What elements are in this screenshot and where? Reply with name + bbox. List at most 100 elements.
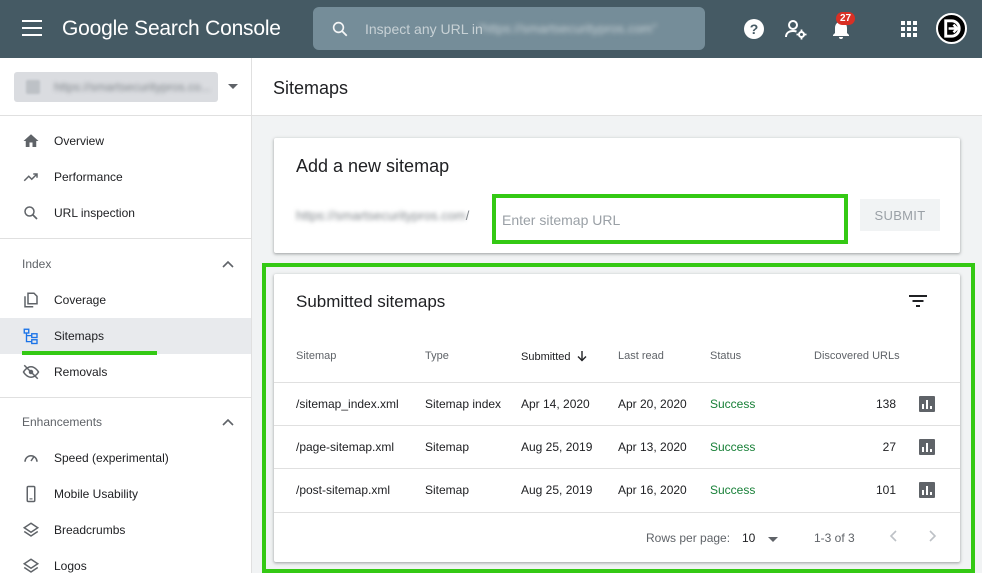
sitemap-url-input[interactable] — [502, 212, 832, 228]
column-header-last-read[interactable]: Last read — [618, 350, 664, 362]
cell-status: Success — [710, 483, 756, 497]
rows-per-page-select[interactable]: 10 — [742, 531, 782, 545]
filter-icon[interactable] — [908, 294, 928, 308]
base-url-slash: / — [465, 208, 470, 223]
section-label-enhancements: Enhancements — [22, 415, 103, 429]
column-header-status[interactable]: Status — [710, 350, 741, 362]
sidebar-item-label: Logos — [54, 559, 87, 573]
divider — [274, 512, 960, 513]
sidebar-item-label: Breadcrumbs — [54, 523, 126, 537]
submitted-sitemaps-card: Submitted sitemaps Sitemap Type Submitte… — [274, 274, 960, 562]
cell-sitemap: /post-sitemap.xml — [296, 483, 391, 497]
page-title: Sitemaps — [273, 78, 349, 98]
layers-icon — [22, 558, 40, 573]
property-dropdown-caret-icon[interactable] — [228, 84, 238, 89]
visibility-off-icon — [22, 364, 40, 380]
sitemap-icon — [23, 328, 38, 345]
account-avatar[interactable] — [936, 13, 967, 44]
cell-status: Success — [710, 440, 756, 454]
search-icon — [24, 206, 38, 220]
property-url: https://smartsecuritypros.co... — [54, 80, 211, 94]
cell-submitted: Aug 25, 2019 — [521, 440, 593, 454]
pagination-range: 1-3 of 3 — [814, 531, 855, 545]
chevron-up-icon[interactable] — [222, 260, 234, 268]
cell-submitted: Apr 14, 2020 — [521, 397, 590, 411]
apps-grid-icon[interactable] — [897, 17, 921, 41]
property-favicon-icon — [26, 80, 40, 94]
notification-count-badge: 27 — [836, 12, 856, 25]
chevron-left-icon[interactable] — [886, 528, 902, 544]
sidebar-item-removals[interactable]: Removals — [0, 354, 251, 390]
url-inspect-search[interactable]: "https://smartsecuritypros.com" — [313, 7, 705, 50]
chevron-down-icon — [768, 537, 778, 542]
chevron-up-icon[interactable] — [222, 418, 234, 426]
table-row[interactable]: /sitemap_index.xml Sitemap index Apr 14,… — [274, 382, 960, 425]
bar-chart-icon[interactable] — [919, 396, 935, 412]
arrow-down-icon — [577, 351, 587, 362]
sidebar-item-coverage[interactable]: Coverage — [0, 282, 251, 318]
cell-last-read: Apr 16, 2020 — [618, 483, 687, 497]
user-settings-icon[interactable] — [784, 17, 808, 41]
property-selector[interactable]: https://smartsecuritypros.co... — [14, 72, 218, 102]
rows-per-page-label: Rows per page: — [646, 531, 731, 545]
svg-text:?: ? — [750, 21, 759, 37]
page-header: Sitemaps — [252, 58, 982, 116]
account-logo-icon — [944, 19, 961, 38]
column-header-submitted[interactable]: Submitted — [521, 350, 587, 363]
highlight-underline — [22, 351, 157, 355]
sidebar-item-overview[interactable]: Overview — [0, 123, 251, 159]
sidebar-item-breadcrumbs[interactable]: Breadcrumbs — [0, 512, 251, 548]
top-app-bar: Google Search Console "https://smartsecu… — [0, 0, 982, 58]
submitted-sitemaps-title: Submitted sitemaps — [296, 292, 446, 311]
add-sitemap-card: Add a new sitemap https://smartsecurityp… — [274, 138, 960, 253]
url-inspect-property: "https://smartsecuritypros.com" — [478, 21, 657, 36]
bar-chart-icon[interactable] — [919, 439, 935, 455]
home-icon — [23, 134, 39, 147]
help-icon[interactable]: ? — [742, 17, 766, 41]
sidebar-item-mobile-usability[interactable]: Mobile Usability — [0, 476, 251, 512]
cell-last-read: Apr 20, 2020 — [618, 397, 687, 411]
sidebar-item-label: Sitemaps — [54, 329, 105, 343]
bar-chart-icon[interactable] — [919, 482, 935, 498]
copy-icon — [24, 292, 38, 308]
sidebar-item-sitemaps[interactable]: Sitemaps — [0, 318, 251, 354]
cell-type: Sitemap — [425, 440, 470, 454]
sidebar-item-performance[interactable]: Performance — [0, 159, 251, 195]
base-url-text: https://smartsecuritypros.com — [296, 208, 466, 223]
sidebar-item-label: Removals — [54, 365, 108, 379]
sidebar-item-logos[interactable]: Logos — [0, 548, 251, 573]
sidebar: https://smartsecuritypros.co... Overview… — [0, 58, 252, 573]
cell-last-read: Apr 13, 2020 — [618, 440, 687, 454]
table-row[interactable]: /page-sitemap.xml Sitemap Aug 25, 2019 A… — [274, 425, 960, 468]
cell-discovered-urls: 27 — [882, 440, 896, 454]
sitemap-url-field[interactable] — [492, 194, 848, 244]
sidebar-item-url-inspection[interactable]: URL inspection — [0, 195, 251, 231]
sidebar-item-label: URL inspection — [54, 206, 135, 220]
sidebar-item-label: Performance — [54, 170, 123, 184]
cell-submitted: Aug 25, 2019 — [521, 483, 593, 497]
table-row[interactable]: /post-sitemap.xml Sitemap Aug 25, 2019 A… — [274, 468, 960, 511]
add-sitemap-title: Add a new sitemap — [296, 156, 450, 176]
sidebar-item-label: Overview — [54, 134, 105, 148]
cell-sitemap: /sitemap_index.xml — [296, 397, 399, 411]
sidebar-item-label: Coverage — [54, 293, 107, 307]
hamburger-menu-icon[interactable] — [22, 20, 42, 38]
sidebar-item-speed[interactable]: Speed (experimental) — [0, 440, 251, 476]
speed-icon — [24, 455, 38, 462]
cell-type: Sitemap index — [425, 397, 502, 411]
divider — [0, 397, 251, 398]
column-header-discovered-urls[interactable]: Discovered URLs — [814, 350, 900, 362]
search-icon — [332, 21, 348, 37]
main-content: Sitemaps Add a new sitemap https://smart… — [252, 58, 982, 573]
rows-per-page-value: 10 — [742, 531, 756, 545]
column-header-type[interactable]: Type — [425, 350, 449, 362]
column-header-submitted-label: Submitted — [521, 351, 571, 363]
submit-button[interactable]: SUBMIT — [860, 199, 940, 231]
cell-discovered-urls: 101 — [875, 483, 896, 497]
app-title[interactable]: Google Search Console — [62, 17, 281, 41]
divider — [0, 238, 251, 239]
property-base-url: https://smartsecuritypros.com/ — [296, 208, 469, 223]
divider — [0, 115, 251, 116]
column-header-sitemap[interactable]: Sitemap — [296, 350, 336, 362]
chevron-right-icon[interactable] — [924, 528, 940, 544]
